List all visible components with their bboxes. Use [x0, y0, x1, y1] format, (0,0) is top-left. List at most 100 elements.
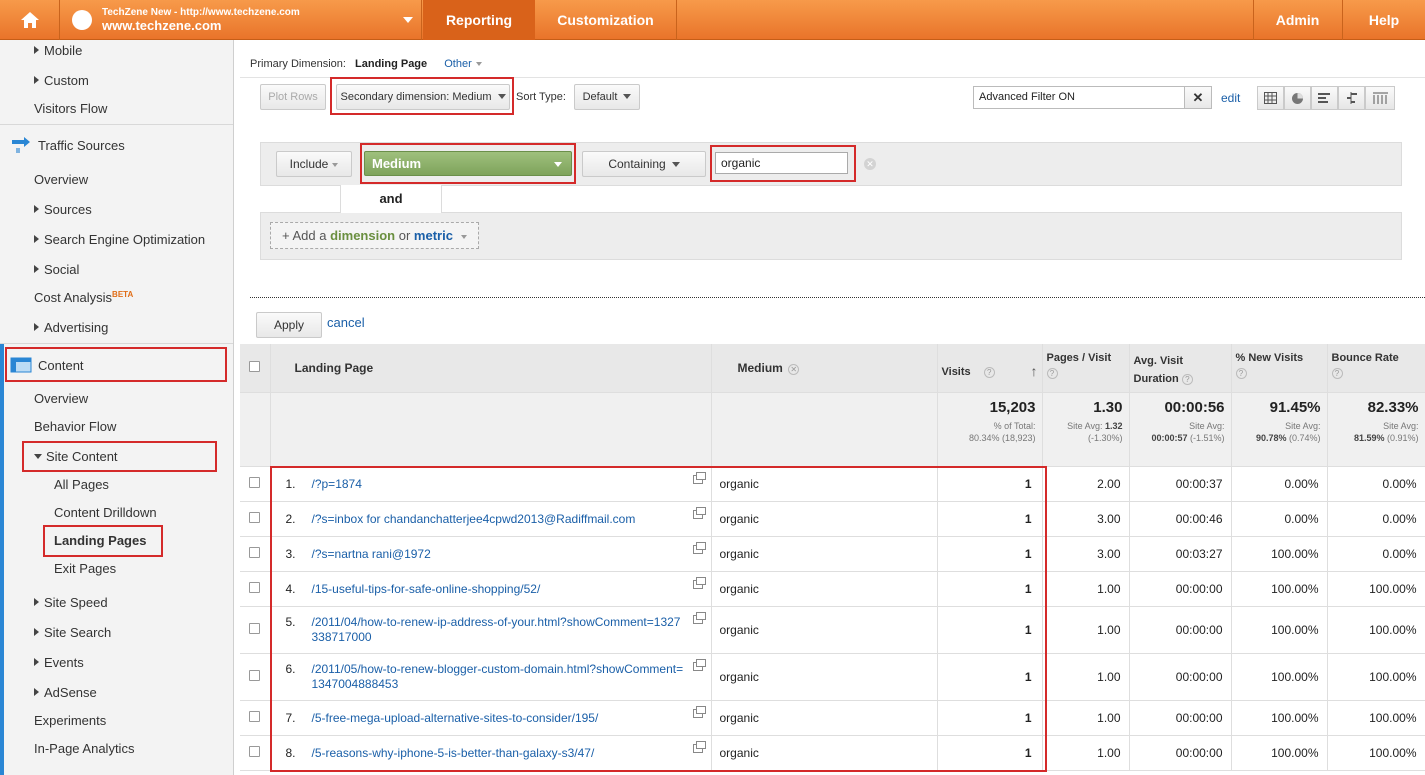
header-visits[interactable]: Visits ? ↑: [937, 344, 1043, 393]
chevron-down-icon: [403, 17, 413, 23]
header-medium[interactable]: Medium ✕: [711, 344, 938, 393]
primary-dimension-value[interactable]: Landing Page: [355, 58, 427, 70]
header-avg-visit-duration[interactable]: Avg. Visit Duration ?: [1129, 344, 1232, 393]
home-button[interactable]: [0, 0, 60, 40]
nav-help[interactable]: Help: [1342, 0, 1425, 40]
row-select-cell: [240, 700, 271, 736]
performance-view-button[interactable]: [1311, 86, 1338, 110]
header-bounce-rate[interactable]: Bounce Rate?: [1327, 344, 1425, 393]
sidebar-item-site-search[interactable]: Site Search: [34, 625, 111, 640]
nav-reporting[interactable]: Reporting: [423, 0, 535, 40]
table-view-button[interactable]: [1257, 86, 1284, 110]
sidebar-item-visitors-flow[interactable]: Visitors Flow: [34, 101, 107, 116]
globe-icon: [72, 10, 92, 30]
divider: [0, 343, 233, 344]
chevron-down-icon: [460, 235, 467, 239]
sort-type-dropdown[interactable]: Default: [574, 84, 640, 110]
pie-view-button[interactable]: [1284, 86, 1311, 110]
account-selector[interactable]: TechZene New - http://www.techzene.com w…: [60, 0, 422, 40]
site-avg-label: Site Avg:: [1067, 421, 1103, 431]
sidebar-item-custom[interactable]: Custom: [34, 73, 89, 88]
sidebar-item-experiments[interactable]: Experiments: [34, 713, 106, 728]
sidebar-item-cost-analysis[interactable]: Cost AnalysisBETA: [34, 290, 133, 305]
cancel-link[interactable]: cancel: [327, 315, 365, 330]
highlight-box: [330, 77, 514, 115]
pages-visit-cell: 3.00: [1042, 501, 1130, 537]
header-landing-page[interactable]: Landing Page: [270, 344, 712, 393]
row-checkbox[interactable]: [249, 623, 261, 634]
header-pages-visit[interactable]: Pages / Visit?: [1042, 344, 1130, 393]
row-select-cell: [240, 501, 271, 537]
sidebar-item-exit-pages[interactable]: Exit Pages: [54, 561, 116, 576]
sidebar-item-advertising[interactable]: Advertising: [34, 320, 108, 335]
help-icon[interactable]: ?: [1331, 368, 1343, 379]
nav-customization[interactable]: Customization: [535, 0, 677, 40]
sidebar-item-label: Events: [44, 655, 84, 670]
bounce-rate-cell: 100.00%: [1327, 571, 1425, 607]
expand-arrow-icon: [34, 598, 39, 606]
sidebar-item-behavior-flow[interactable]: Behavior Flow: [34, 419, 116, 434]
sidebar-item-events[interactable]: Events: [34, 655, 84, 670]
remove-condition-icon[interactable]: ✕: [864, 158, 876, 170]
new-visits-cell: 0.00%: [1231, 501, 1328, 537]
help-icon[interactable]: ?: [983, 367, 995, 378]
header-bounce-label: Bounce Rate: [1331, 352, 1399, 364]
sidebar-item-ts-overview[interactable]: Overview: [34, 172, 88, 187]
comparison-view-button[interactable]: [1338, 86, 1365, 110]
help-icon[interactable]: ?: [1181, 374, 1193, 385]
avg-visit-duration-cell: 00:00:00: [1129, 653, 1232, 701]
remove-secondary-icon[interactable]: ✕: [788, 364, 800, 375]
row-checkbox[interactable]: [249, 582, 261, 593]
sidebar-item-site-speed[interactable]: Site Speed: [34, 595, 108, 610]
pivot-view-button[interactable]: [1365, 86, 1395, 110]
pages-visit-cell: 1.00: [1042, 571, 1130, 607]
sidebar-item-mobile[interactable]: Mobile: [34, 43, 82, 58]
totals-visits-cell: 15,203 % of Total: 80.34% (18,923): [937, 392, 1043, 467]
clear-filter-button[interactable]: ✕: [1184, 86, 1212, 109]
sidebar-item-social[interactable]: Social: [34, 262, 79, 277]
plot-rows-button[interactable]: Plot Rows: [260, 84, 326, 110]
sidebar-item-seo[interactable]: Search Engine Optimization: [34, 232, 205, 247]
sidebar-item-adsense[interactable]: AdSense: [34, 685, 97, 700]
bounce-site-avg-label: Site Avg:: [1383, 421, 1419, 431]
include-dropdown[interactable]: Include: [276, 151, 352, 177]
comparison-icon: [1347, 92, 1357, 104]
add-metric-text: metric: [413, 228, 453, 243]
edit-filter-link[interactable]: edit: [1221, 91, 1240, 105]
row-checkbox[interactable]: [249, 547, 261, 558]
other-dimension-label: Other: [444, 58, 472, 70]
highlight-box: [710, 145, 856, 182]
header-new-visits[interactable]: % New Visits?: [1231, 344, 1328, 393]
select-all-checkbox[interactable]: [249, 361, 261, 372]
row-checkbox[interactable]: [249, 477, 261, 488]
bounce-rate-cell: 0.00%: [1327, 466, 1425, 502]
other-dimension-link[interactable]: Other: [444, 58, 482, 70]
site-avg-diff: (0.91%): [1386, 433, 1419, 443]
help-icon[interactable]: ?: [1235, 368, 1247, 379]
help-icon[interactable]: ?: [1046, 368, 1058, 379]
sidebar-item-content-overview[interactable]: Overview: [34, 391, 88, 406]
match-type-dropdown[interactable]: Containing: [582, 151, 706, 177]
avg-visit-duration-cell: 00:00:00: [1129, 735, 1232, 771]
expand-arrow-icon: [34, 628, 39, 636]
row-checkbox[interactable]: [249, 746, 261, 757]
new-site-avg-label: Site Avg:: [1285, 421, 1321, 431]
expand-arrow-icon: [34, 323, 39, 331]
new-visits-cell: 100.00%: [1231, 536, 1328, 572]
pages-visit-cell: 2.00: [1042, 466, 1130, 502]
visits-pct-label: % of Total:: [993, 421, 1036, 431]
sidebar-item-label: AdSense: [44, 685, 97, 700]
sidebar-item-sources[interactable]: Sources: [34, 202, 92, 217]
sidebar-section-traffic-sources[interactable]: Traffic Sources: [10, 136, 125, 154]
sidebar-item-all-pages[interactable]: All Pages: [54, 477, 109, 492]
sidebar-item-content-drilldown[interactable]: Content Drilldown: [54, 505, 157, 520]
advanced-filter-field[interactable]: Advanced Filter ON: [973, 86, 1185, 109]
apply-button[interactable]: Apply: [256, 312, 322, 338]
row-checkbox[interactable]: [249, 670, 261, 681]
primary-dimension-label: Primary Dimension:: [250, 58, 346, 70]
add-dimension-or-metric-button[interactable]: + Add a dimension or metric: [270, 222, 479, 249]
row-checkbox[interactable]: [249, 512, 261, 523]
nav-admin[interactable]: Admin: [1253, 0, 1341, 40]
row-checkbox[interactable]: [249, 711, 261, 722]
sidebar-item-in-page-analytics[interactable]: In-Page Analytics: [34, 741, 134, 756]
